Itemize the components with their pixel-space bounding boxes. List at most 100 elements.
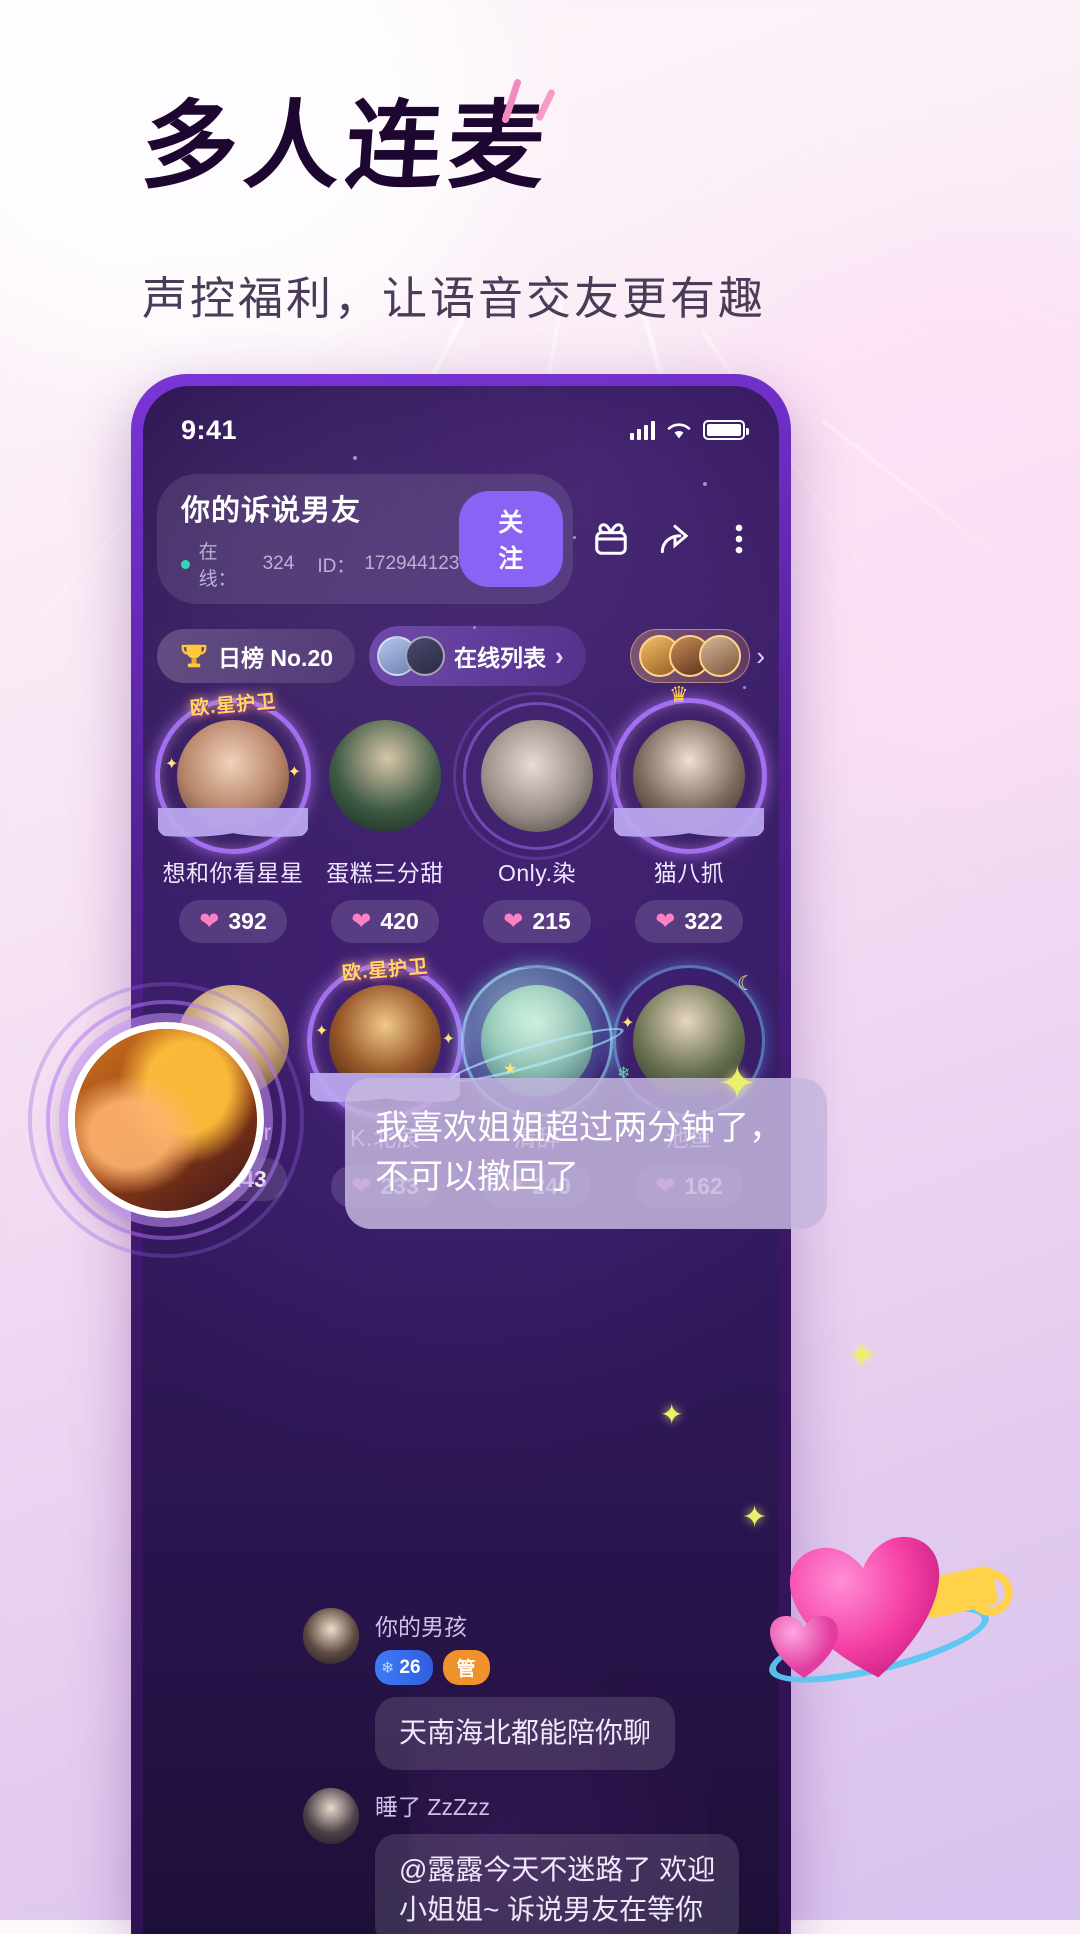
chat-tags: ❄ 26 管 [375, 1650, 759, 1685]
chat-item[interactable]: 睡了 ZzZzz @露露今天不迷路了 欢迎 小姐姐~ 诉说男友在等你 [303, 1787, 759, 1934]
seat-name: 想和你看星星 [162, 860, 304, 886]
heart-value: 392 [228, 908, 267, 934]
admin-badge: 管 [442, 1650, 490, 1685]
chevron-right-icon[interactable]: › [756, 641, 765, 672]
big-heart-icon [785, 1532, 952, 1688]
online-list-label: 在线列表 [454, 645, 547, 671]
featured-message-line1: 我喜欢姐姐超过两分钟了， [375, 1109, 783, 1147]
seat-item[interactable]: Only.染 ❤ 215 [453, 692, 621, 943]
more-vertical-icon[interactable] [713, 513, 765, 565]
moon-icon: ☾ [737, 973, 755, 995]
status-clock: 9:41 [181, 414, 238, 445]
sparkle-icon: ✦ [315, 1023, 329, 1040]
chat-user-name: 睡了 ZzZzz [375, 1793, 490, 1820]
chat-item[interactable]: 你的男孩 ❄ 26 管 天南海北都能陪你聊 [303, 1608, 759, 1770]
heart-value: 420 [380, 908, 419, 934]
heart-orbit-ring-icon [762, 1589, 996, 1699]
featured-avatar[interactable] [68, 1022, 264, 1218]
seat-heart-count[interactable]: ❤ 322 [635, 900, 743, 943]
share-icon[interactable] [649, 513, 701, 565]
daily-rank-label: 日榜 No.20 [218, 645, 334, 671]
sparkle-star-icon: ✦ [848, 1337, 877, 1375]
chat-body: 睡了 ZzZzz @露露今天不迷路了 欢迎 小姐姐~ 诉说男友在等你 [375, 1788, 759, 1934]
decor-star [743, 686, 746, 689]
seat-heart-count[interactable]: ❤ 420 [331, 900, 439, 943]
page-headline: 多人连麦 [138, 90, 554, 202]
background-ray-5 [820, 418, 1029, 582]
seat-name: 蛋糕三分甜 [326, 860, 444, 886]
chat-user-name: 你的男孩 [375, 1614, 467, 1640]
online-list-badge[interactable]: 在线列表 › [369, 626, 586, 686]
avatar [699, 635, 742, 677]
heart-icon: ❤ [503, 908, 524, 935]
room-header: 你的诉说男友 在线： 324 ID： 172944123 关注 [157, 474, 765, 604]
heart-3d-art [762, 1520, 1000, 1710]
wifi-icon [667, 423, 691, 439]
chat-message: 天南海北都能陪你聊 [375, 1697, 676, 1770]
seat-item[interactable]: 蛋糕三分甜 ❤ 420 [309, 712, 461, 943]
level-badge: ❄ 26 [375, 1650, 433, 1685]
wing-decoration-icon [158, 808, 308, 848]
key-icon [918, 1564, 1000, 1620]
avatar [329, 720, 441, 832]
status-indicators [630, 420, 749, 440]
chat-body: 你的男孩 ❄ 26 管 天南海北都能陪你聊 [375, 1608, 759, 1770]
level-value: 26 [399, 1656, 421, 1678]
online-label: 在线： [198, 542, 237, 590]
seat-avatar-wrap: 欧.星护卫 ✦ ✦ [155, 691, 311, 854]
seat-heart-count[interactable]: ❤ 392 [179, 900, 287, 943]
avatar [481, 720, 593, 832]
seat-avatar-wrap: ♛ [611, 682, 767, 854]
fans-avatars [630, 629, 751, 683]
badge-row: 日榜 No.20 在线列表 › › [157, 626, 765, 686]
avatar [303, 1608, 359, 1664]
chevron-right-icon: › [555, 640, 564, 671]
room-id: 172944123 [364, 553, 460, 574]
signal-bars-icon [630, 420, 655, 440]
seat-avatar-wrap [453, 692, 621, 860]
avatar-image [75, 1029, 257, 1211]
online-list-avatars [377, 636, 446, 676]
decor-star [353, 456, 357, 460]
heart-icon: ❤ [199, 908, 220, 935]
heart-icon: ❤ [655, 908, 676, 935]
fans-strip[interactable]: › [630, 629, 765, 683]
seat-name: 猫八抓 [653, 860, 725, 886]
follow-button[interactable]: 关注 [459, 491, 563, 587]
chat-list[interactable]: 你的男孩 ❄ 26 管 天南海北都能陪你聊 睡了 ZzZzz @露露今天不迷路了 [303, 1608, 759, 1934]
heart-value: 215 [532, 908, 571, 934]
status-bar: 9:41 [143, 386, 779, 456]
room-name: 你的诉说男友 [181, 495, 362, 527]
heart-value: 322 [684, 908, 723, 934]
sparkle-icon: ✦ [621, 1015, 635, 1032]
seat-item[interactable]: ♛ 猫八抓 ❤ 322 [611, 682, 767, 943]
sparkle-star-icon: ✦ [660, 1399, 684, 1430]
avatar [405, 636, 446, 676]
wing-decoration-icon [614, 808, 764, 848]
sparkle-icon: ✦ [165, 756, 179, 773]
sparkle-icon: ✦ [441, 1031, 455, 1048]
online-dot-icon [181, 559, 190, 569]
crown-icon: ♛ [669, 682, 689, 707]
sparkle-star-icon: ✦ [718, 1057, 757, 1109]
sparkle-icon: ✦ [287, 764, 301, 781]
page-subtitle: 声控福利，让语音交友更有趣 [142, 273, 767, 324]
avatar [303, 1787, 359, 1844]
gift-box-icon[interactable] [585, 513, 637, 565]
room-info-card[interactable]: 你的诉说男友 在线： 324 ID： 172944123 关注 [157, 474, 573, 604]
room-meta: 在线： 324 ID： 172944123 [181, 537, 459, 591]
heart-icon: ❤ [351, 908, 372, 935]
featured-message-line2: 不可以撤回了 [375, 1158, 579, 1197]
seat-avatar-wrap [321, 712, 449, 840]
level-wings-icon: ❄ [381, 1659, 395, 1677]
sparkle-star-icon: ✦ [742, 1501, 768, 1534]
seat-item[interactable]: 欧.星护卫 ✦ ✦ 想和你看星星 ❤ 392 [155, 691, 311, 943]
sparkle-icon: ★ [503, 1061, 518, 1078]
trophy-icon [181, 644, 207, 668]
daily-rank-badge[interactable]: 日榜 No.20 [157, 629, 356, 683]
seat-heart-count[interactable]: ❤ 215 [483, 900, 591, 943]
online-count: 324 [262, 553, 295, 574]
chat-message: @露露今天不迷路了 欢迎 小姐姐~ 诉说男友在等你 [375, 1833, 740, 1934]
id-label: ID： [317, 555, 356, 577]
battery-icon [703, 420, 749, 440]
